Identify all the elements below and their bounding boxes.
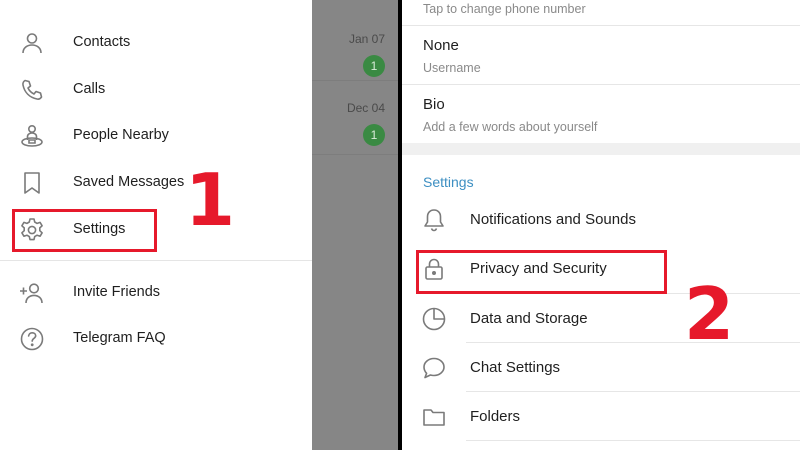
chat-bubble-icon (421, 355, 447, 381)
add-person-icon (19, 280, 45, 306)
chat-date: Jan 07 (348, 32, 385, 46)
phone-hint: Tap to change phone number (423, 2, 586, 16)
drawer-item-partial[interactable] (0, 0, 312, 14)
unread-badge: 1 (363, 124, 385, 146)
bio-value: Bio (423, 96, 445, 113)
settings-item-label: Folders (470, 408, 521, 425)
question-icon (19, 326, 45, 352)
divider (466, 440, 800, 441)
settings-item-data-storage[interactable]: Data and Storage (402, 294, 800, 343)
chat-date: Dec 04 (346, 101, 385, 115)
drawer-item-label: Calls (73, 81, 106, 97)
phone-icon (19, 77, 45, 103)
privacy-highlight-box (416, 250, 667, 294)
chat-list-item[interactable]: Jan 07 1 (312, 21, 398, 81)
drawer-item-label: Telegram FAQ (73, 330, 166, 346)
people-nearby-icon (19, 123, 45, 149)
settings-item-label: Data and Storage (470, 310, 588, 327)
bio-row[interactable]: Bio Add a few words about yourself (402, 85, 800, 142)
bell-icon (421, 207, 447, 233)
username-value: None (423, 37, 459, 54)
step-number-1: 1 (185, 158, 236, 242)
settings-item-label: Notifications and Sounds (470, 211, 636, 228)
bio-caption: Add a few words about yourself (423, 120, 598, 134)
drawer-item-label: Saved Messages (73, 174, 185, 190)
drawer-item-people-nearby[interactable]: People Nearby (0, 112, 312, 158)
drawer-item-label: Invite Friends (73, 284, 161, 300)
unread-badge: 1 (363, 55, 385, 77)
settings-section-title: Settings (423, 174, 474, 190)
drawer-item-contacts[interactable]: Contacts (0, 19, 312, 65)
drawer-item-telegram-faq[interactable]: Telegram FAQ (0, 315, 312, 361)
chat-list-item[interactable]: Dec 04 1 (312, 89, 398, 155)
pie-chart-icon (421, 306, 447, 332)
left-screenshot-panel: Jan 07 1 Dec 04 1 Contacts Calls People … (0, 0, 398, 450)
settings-item-chat-settings[interactable]: Chat Settings (402, 343, 800, 392)
drawer-item-label: People Nearby (73, 127, 169, 143)
drawer-item-label: Contacts (73, 34, 131, 50)
step-number-2: 2 (684, 272, 735, 356)
drawer-divider (0, 260, 312, 261)
folder-icon (421, 404, 447, 430)
settings-highlight-box (12, 209, 157, 252)
person-icon (19, 30, 45, 56)
section-spacer (402, 143, 800, 155)
username-row[interactable]: None Username (402, 26, 800, 83)
bookmark-icon (19, 170, 45, 196)
settings-item-notifications[interactable]: Notifications and Sounds (402, 195, 800, 244)
settings-item-folders[interactable]: Folders (402, 392, 800, 441)
username-caption: Username (423, 61, 481, 75)
drawer-item-saved-messages[interactable]: Saved Messages (0, 159, 312, 205)
drawer-item-calls[interactable]: Calls (0, 66, 312, 112)
right-screenshot-panel: Tap to change phone number None Username… (402, 0, 800, 450)
settings-item-label: Chat Settings (470, 359, 561, 376)
drawer-item-invite-friends[interactable]: Invite Friends (0, 269, 312, 315)
